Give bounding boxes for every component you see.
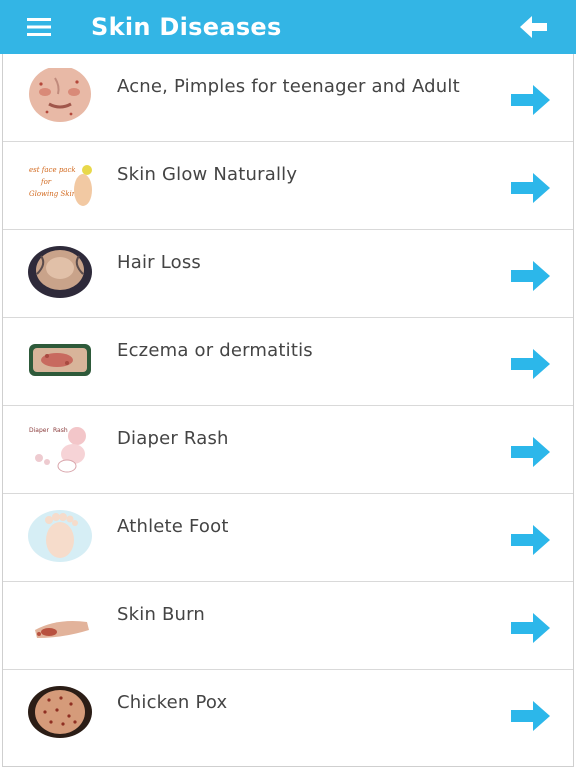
- right-arrow-icon[interactable]: [511, 260, 551, 292]
- list-item-skin-glow[interactable]: est face pack for Glowing Skin Skin Glow…: [3, 142, 573, 230]
- athlete-foot-thumbnail: [27, 508, 93, 564]
- list-item-skin-burn[interactable]: Skin Burn: [3, 582, 573, 670]
- eczema-thumbnail: [27, 332, 93, 388]
- list-item-acne[interactable]: Acne, Pimples for teenager and Adult: [3, 54, 573, 142]
- list-item-hair-loss[interactable]: Hair Loss: [3, 230, 573, 318]
- list-item-eczema[interactable]: Eczema or dermatitis: [3, 318, 573, 406]
- svg-text:Rash: Rash: [53, 427, 68, 434]
- app-bar: Skin Diseases: [0, 0, 576, 54]
- acne-face-thumbnail: [27, 68, 93, 124]
- list-item-chicken-pox[interactable]: Chicken Pox: [3, 670, 573, 766]
- skin-burn-thumbnail: [27, 596, 93, 652]
- item-label: Skin Burn: [117, 604, 206, 625]
- item-label: Hair Loss: [117, 252, 201, 273]
- item-label: Eczema or dermatitis: [117, 340, 313, 361]
- item-label: Athlete Foot: [117, 516, 229, 537]
- svg-text:Glowing Skin: Glowing Skin: [29, 190, 77, 198]
- right-arrow-icon[interactable]: [511, 700, 551, 732]
- item-label: Acne, Pimples for teenager and Adult: [117, 76, 460, 97]
- list-item-athlete-foot[interactable]: Athlete Foot: [3, 494, 573, 582]
- hamburger-menu-icon[interactable]: [27, 16, 55, 38]
- right-arrow-icon[interactable]: [511, 348, 551, 380]
- svg-text:Diaper: Diaper: [29, 427, 49, 434]
- item-label: Chicken Pox: [117, 692, 228, 713]
- right-arrow-icon[interactable]: [511, 436, 551, 468]
- back-arrow-icon[interactable]: [520, 15, 548, 39]
- item-label: Diaper Rash: [117, 428, 229, 449]
- disease-list: Acne, Pimples for teenager and Adult est…: [2, 54, 574, 767]
- right-arrow-icon[interactable]: [511, 84, 551, 116]
- svg-text:for: for: [40, 178, 52, 186]
- hair-loss-thumbnail: [27, 244, 93, 300]
- page-title: Skin Diseases: [91, 13, 282, 41]
- chicken-pox-thumbnail: [27, 684, 93, 740]
- right-arrow-icon[interactable]: [511, 172, 551, 204]
- svg-text:est face pack: est face pack: [29, 166, 76, 174]
- item-label: Skin Glow Naturally: [117, 164, 298, 185]
- right-arrow-icon[interactable]: [511, 612, 551, 644]
- skin-glow-thumbnail: est face pack for Glowing Skin: [27, 156, 93, 212]
- right-arrow-icon[interactable]: [511, 524, 551, 556]
- diaper-rash-thumbnail: Diaper Rash: [27, 420, 93, 476]
- list-item-diaper-rash[interactable]: Diaper Rash Diaper Rash: [3, 406, 573, 494]
